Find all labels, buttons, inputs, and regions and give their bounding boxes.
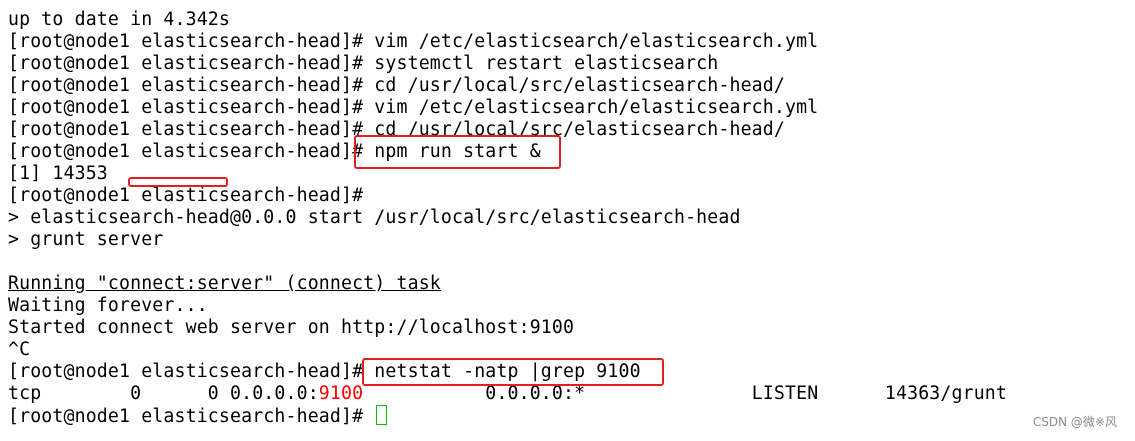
terminal-window[interactable]: up to date in 4.342s [root@node1 elastic… <box>0 0 1135 441</box>
terminal-command-line: [root@node1 elasticsearch-head]# systemc… <box>8 53 719 74</box>
terminal-command-line: [root@node1 elasticsearch-head]# cd /usr… <box>8 75 785 96</box>
terminal-prompt-line[interactable]: [root@node1 elasticsearch-head]# <box>8 405 388 427</box>
terminal-output-line: Started connect web server on http://loc… <box>8 317 575 338</box>
prompt-text: [root@node1 elasticsearch-head]# <box>8 406 375 427</box>
terminal-output-line: > grunt server <box>8 229 164 250</box>
terminal-command-line: [root@node1 elasticsearch-head]# vim /et… <box>8 31 819 52</box>
netstat-result-suffix: 0.0.0.0:* LISTEN 14363/grunt <box>363 383 1007 404</box>
terminal-command-line: [root@node1 elasticsearch-head]# <box>8 185 364 206</box>
annotation-box-netstat-command <box>362 358 664 386</box>
annotation-box-npm-command <box>354 135 561 169</box>
terminal-output-line: Waiting forever... <box>8 295 208 316</box>
netstat-result-line: tcp 0 0 0.0.0.0:9100 0.0.0.0:* LISTEN 14… <box>8 383 1007 405</box>
terminal-command-line: [root@node1 elasticsearch-head]# vim /et… <box>8 97 819 118</box>
csdn-watermark: CSDN @微※风 <box>1032 415 1117 429</box>
annotation-box-pid <box>128 177 228 187</box>
cursor-icon <box>376 405 388 425</box>
terminal-output-line: up to date in 4.342s <box>8 9 230 30</box>
terminal-output-line: > elasticsearch-head@0.0.0 start /usr/lo… <box>8 207 741 228</box>
terminal-output-line: Running "connect:server" (connect) task <box>8 273 441 294</box>
terminal-output-line: [1] 14353 <box>8 163 108 184</box>
terminal-output-line: ^C <box>8 339 31 360</box>
port-number: 9100 <box>318 383 364 404</box>
netstat-result-prefix: tcp 0 0 0.0.0.0: <box>8 383 319 404</box>
